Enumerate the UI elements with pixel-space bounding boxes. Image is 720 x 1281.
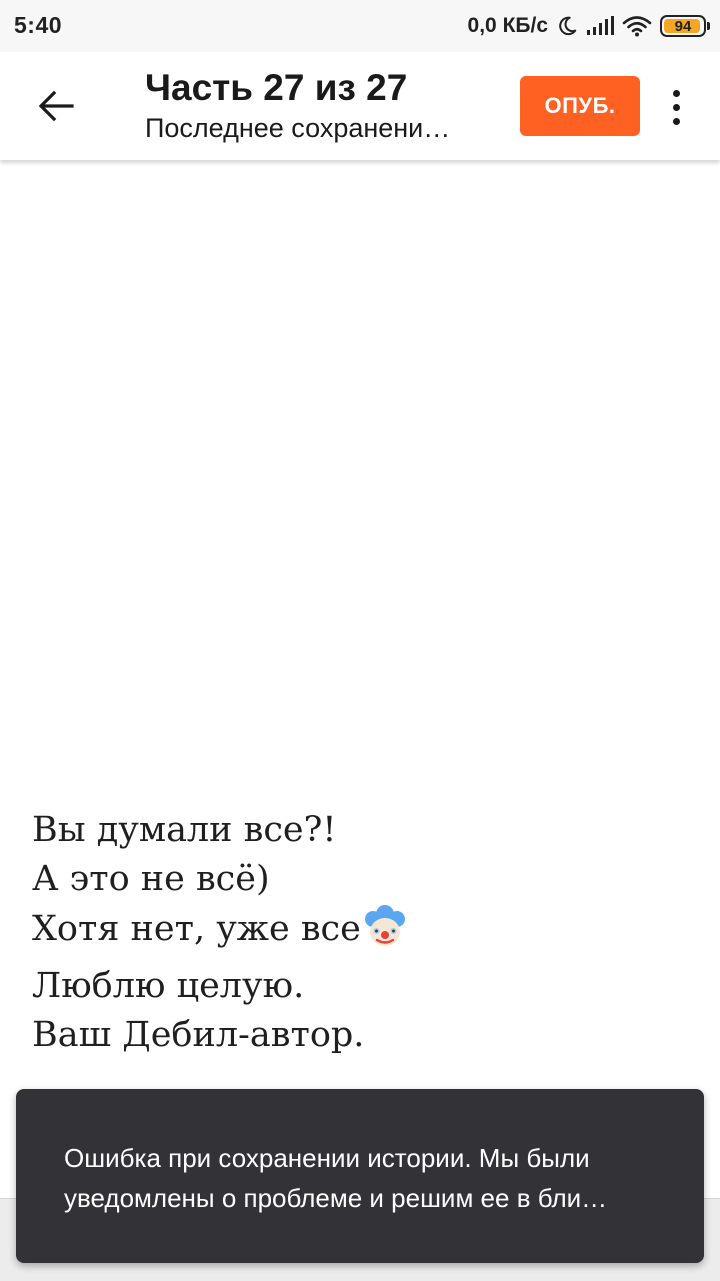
save-status: Последнее сохранени… bbox=[145, 113, 451, 143]
more-options-button[interactable] bbox=[656, 82, 696, 132]
story-line: Люблю целую. bbox=[32, 966, 305, 1006]
battery-icon: 94 bbox=[660, 15, 710, 37]
title-block: Часть 27 из 27 Последнее сохранени… bbox=[145, 66, 505, 146]
page-title: Часть 27 из 27 bbox=[145, 67, 408, 108]
network-speed: 0,0 КБ/с bbox=[467, 14, 548, 37]
story-text[interactable]: Вы думали все?! А это не всё) Хотя нет, … bbox=[32, 806, 692, 1060]
status-bar: 5:40 0,0 КБ/с 94 bbox=[0, 0, 720, 52]
wifi-icon bbox=[622, 15, 652, 37]
status-time: 5:40 bbox=[14, 12, 63, 38]
story-line: Хотя нет, уже все bbox=[32, 904, 692, 962]
signal-icon bbox=[586, 15, 614, 37]
battery-level: 94 bbox=[674, 17, 692, 35]
story-line: А это не всё) bbox=[32, 859, 270, 899]
more-vert-icon-dot bbox=[672, 117, 680, 125]
snackbar-message-line: Ошибка при сохранении истории. Мы были bbox=[64, 1143, 590, 1173]
publish-button[interactable]: ОПУБ. bbox=[520, 76, 640, 136]
more-vert-icon bbox=[672, 89, 680, 97]
error-snackbar: Ошибка при сохранении истории. Мы были у… bbox=[16, 1089, 704, 1263]
arrow-left-icon bbox=[38, 90, 74, 127]
story-line-text: Хотя нет, уже все bbox=[32, 909, 361, 949]
clown-face-icon bbox=[363, 904, 407, 962]
app-bar: Часть 27 из 27 Последнее сохранени… ОПУБ… bbox=[0, 52, 720, 160]
moon-icon bbox=[556, 15, 578, 37]
status-icons: 0,0 КБ/с 94 bbox=[467, 10, 710, 42]
snackbar-message-line: уведомлены о проблеме и решим ее в бли… bbox=[64, 1183, 608, 1213]
story-line: Вы думали все?! bbox=[32, 810, 337, 850]
story-line: Ваш Дебил-автор. bbox=[32, 1015, 365, 1055]
back-button[interactable] bbox=[24, 76, 88, 140]
more-vert-icon-dot bbox=[672, 103, 680, 111]
